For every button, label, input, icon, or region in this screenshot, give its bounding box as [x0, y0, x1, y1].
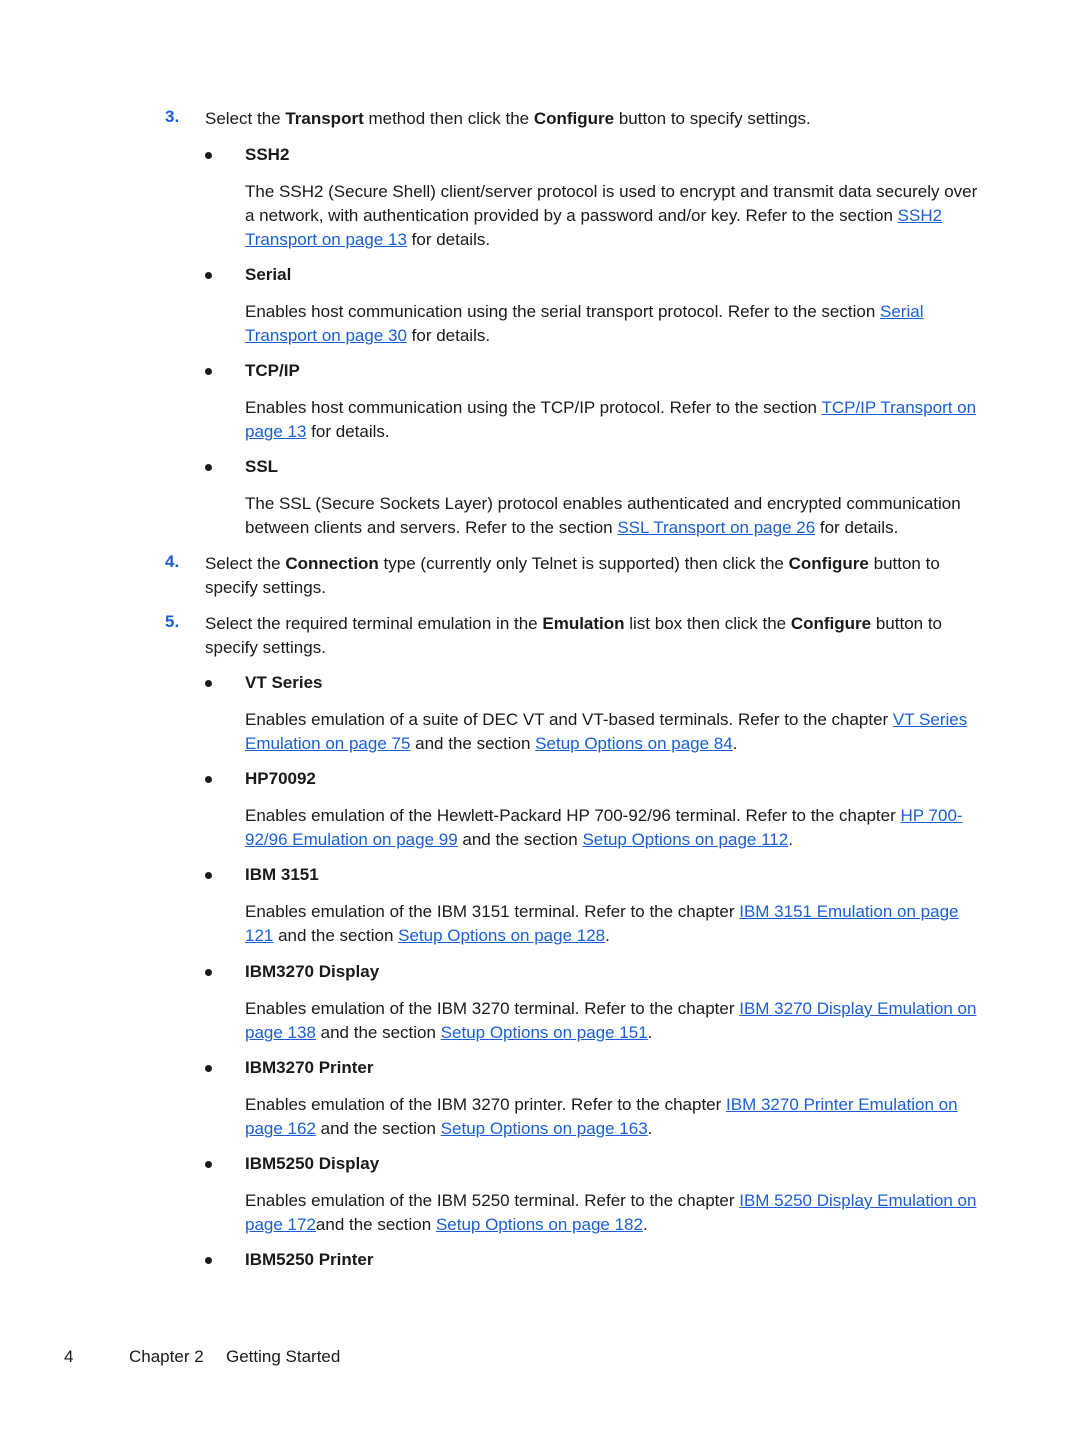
link-ibm3270-printer-setup-options[interactable]: Setup Options on page 163	[441, 1119, 648, 1138]
desc-ssh2: The SSH2 (Secure Shell) client/server pr…	[245, 182, 978, 249]
desc-ibm3270-printer: Enables emulation of the IBM 3270 printe…	[245, 1095, 958, 1138]
desc-serial: Enables host communication using the ser…	[245, 302, 924, 345]
bullet-icon	[205, 1257, 212, 1264]
desc-vt-series: Enables emulation of a suite of DEC VT a…	[245, 710, 968, 753]
bullet-icon	[205, 272, 212, 279]
link-hp-setup-options[interactable]: Setup Options on page 112	[582, 830, 788, 849]
bullet-ssl: SSL	[205, 455, 995, 479]
bullet-title: Serial	[245, 265, 292, 284]
bullet-ibm3270-display: IBM3270 Display	[205, 960, 995, 984]
bullet-icon	[205, 872, 212, 879]
page-number: 4	[64, 1347, 74, 1366]
link-ibm3151-setup-options[interactable]: Setup Options on page 128	[398, 926, 605, 945]
step-text: Select the Transport method then click t…	[205, 109, 811, 128]
bullet-icon	[205, 1065, 212, 1072]
step-4: 4. Select the Connection type (currently…	[165, 552, 995, 600]
bullet-title: IBM 3151	[245, 865, 319, 884]
bullet-ibm-3151: IBM 3151	[205, 863, 995, 887]
bullet-icon	[205, 368, 212, 375]
bullet-title: IBM3270 Printer	[245, 1058, 374, 1077]
step-text: Select the Connection type (currently on…	[205, 554, 940, 597]
bullet-icon	[205, 969, 212, 976]
bullet-icon	[205, 776, 212, 783]
desc-tcpip: Enables host communication using the TCP…	[245, 398, 977, 441]
desc-hp70092: Enables emulation of the Hewlett-Packard…	[245, 806, 963, 849]
step-text: Select the required terminal emulation i…	[205, 614, 943, 657]
bullet-ibm5250-display: IBM5250 Display	[205, 1152, 995, 1176]
bullet-title: TCP/IP	[245, 361, 300, 380]
link-ibm5250-display-setup-options[interactable]: Setup Options on page 182	[436, 1215, 643, 1234]
bullet-tcpip: TCP/IP	[205, 359, 995, 383]
bullet-ibm5250-printer: IBM5250 Printer	[205, 1248, 995, 1272]
step-5: 5. Select the required terminal emulatio…	[165, 612, 995, 660]
step-number: 4.	[165, 552, 180, 571]
bullet-ibm3270-printer: IBM3270 Printer	[205, 1056, 995, 1080]
bullet-title: SSL	[245, 457, 279, 476]
bullet-title: VT Series	[245, 673, 323, 692]
bullet-ssh2: SSH2	[205, 143, 995, 167]
bullet-icon	[205, 1161, 212, 1168]
bullet-icon	[205, 464, 212, 471]
bullet-title: SSH2	[245, 145, 290, 164]
bullet-icon	[205, 680, 212, 687]
bullet-icon	[205, 152, 212, 159]
bullet-title: IBM5250 Printer	[245, 1250, 374, 1269]
bullet-title: IBM5250 Display	[245, 1154, 380, 1173]
link-vt-setup-options[interactable]: Setup Options on page 84	[535, 734, 733, 753]
bullet-serial: Serial	[205, 263, 995, 287]
desc-ibm-3151: Enables emulation of the IBM 3151 termin…	[245, 902, 959, 945]
link-ssl-transport[interactable]: SSL Transport on page 26	[617, 518, 815, 537]
bullet-title: IBM3270 Display	[245, 962, 380, 981]
step-number: 3.	[165, 107, 180, 126]
footer-chapter-title: Getting Started	[226, 1347, 341, 1366]
step-3: 3. Select the Transport method then clic…	[165, 107, 995, 131]
desc-ssl: The SSL (Secure Sockets Layer) protocol …	[245, 494, 961, 537]
step-number: 5.	[165, 612, 180, 631]
footer-chapter: Chapter 2	[129, 1347, 204, 1366]
desc-ibm5250-display: Enables emulation of the IBM 5250 termin…	[245, 1191, 977, 1234]
bullet-vt-series: VT Series	[205, 671, 995, 695]
bullet-hp70092: HP70092	[205, 767, 995, 791]
desc-ibm3270-display: Enables emulation of the IBM 3270 termin…	[245, 999, 977, 1042]
link-ibm3270-display-setup-options[interactable]: Setup Options on page 151	[441, 1023, 648, 1042]
bullet-title: HP70092	[245, 769, 316, 788]
